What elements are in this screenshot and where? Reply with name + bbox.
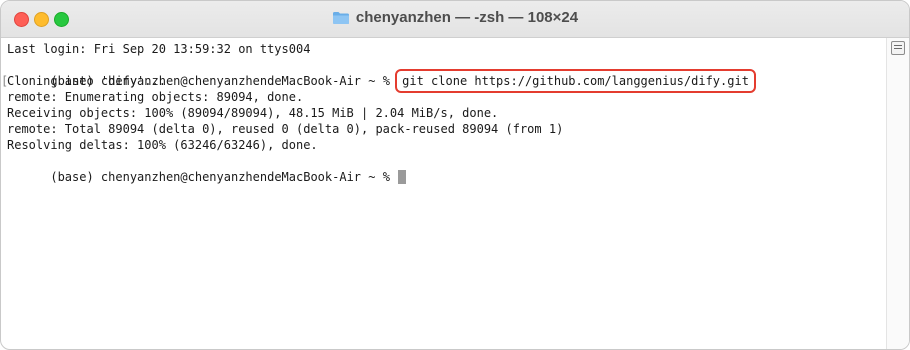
terminal-window: chenyanzhen — -zsh — 108×24 Last login: … [0, 0, 910, 350]
output-line: Receiving objects: 100% (89094/89094), 4… [7, 106, 499, 120]
terminal-output[interactable]: Last login: Fri Sep 20 13:59:32 on ttys0… [1, 38, 901, 349]
final-prompt: (base) chenyanzhen@chenyanzhendeMacBook-… [50, 170, 398, 184]
bracket-left: [ [1, 74, 9, 88]
scrollbar[interactable] [886, 38, 909, 349]
marks-icon[interactable] [891, 41, 905, 55]
final-prompt-line: (base) chenyanzhen@chenyanzhendeMacBook-… [7, 153, 887, 184]
text-cursor [398, 170, 407, 184]
output-line: Resolving deltas: 100% (63246/63246), do… [7, 138, 318, 152]
title-bar[interactable]: chenyanzhen — -zsh — 108×24 [1, 1, 909, 38]
highlighted-command: git clone https://github.com/langgenius/… [395, 69, 756, 93]
command-text: git clone https://github.com/langgenius/… [402, 74, 749, 88]
window-title-text: chenyanzhen — -zsh — 108×24 [355, 9, 579, 26]
login-line: Last login: Fri Sep 20 13:59:32 on ttys0… [7, 42, 311, 56]
output-line: remote: Total 89094 (delta 0), reused 0 … [7, 122, 564, 136]
prompt: (base) chenyanzhen@chenyanzhendeMacBook-… [50, 74, 398, 88]
folder-icon [332, 11, 349, 24]
window-title: chenyanzhen — -zsh — 108×24 [1, 9, 909, 26]
command-line: [ (base) chenyanzhen@chenyanzhendeMacBook… [1, 57, 887, 93]
